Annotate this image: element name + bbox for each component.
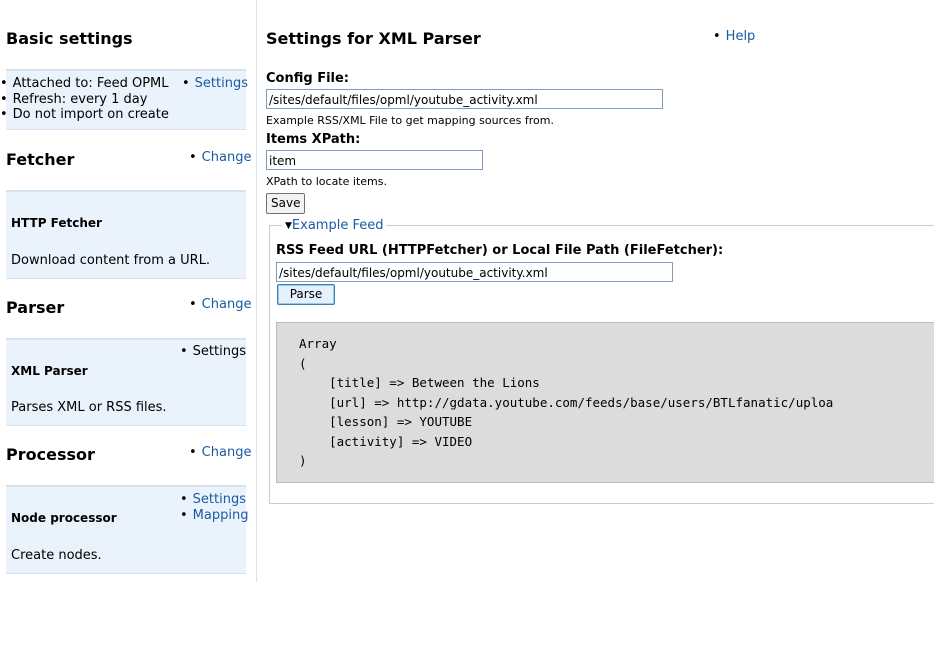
processor-settings-item: Settings	[180, 492, 246, 507]
import-text: Do not import on create	[0, 107, 169, 122]
fetcher-title: Fetcher	[6, 150, 75, 169]
help-item: Help	[713, 29, 756, 44]
parse-output: Array ( [title] => Between the Lions [ur…	[276, 322, 934, 483]
example-feed-legend[interactable]: ▼Example Feed	[282, 218, 387, 233]
output-line: [lesson] => YOUTUBE	[299, 414, 473, 429]
save-button[interactable]: Save	[266, 193, 306, 214]
parser-name: XML Parser	[11, 364, 88, 378]
config-file-input[interactable]: /sites/default/files/opml/youtube_activi…	[266, 89, 663, 109]
fetcher-name: HTTP Fetcher	[11, 216, 102, 230]
output-line: [activity] => VIDEO	[299, 434, 473, 449]
processor-change-link[interactable]: Change	[202, 445, 252, 460]
sidebar: Basic settings Attached to: Feed OPML Se…	[0, 0, 257, 582]
processor-description: Create nodes.	[11, 548, 102, 563]
attached-to-text: Attached to: Feed OPML	[0, 76, 169, 91]
fetcher-description: Download content from a URL.	[11, 253, 211, 268]
parser-description: Parses XML or RSS files.	[11, 400, 167, 415]
parser-change-link[interactable]: Change	[202, 297, 252, 312]
items-xpath-label: Items XPath:	[266, 132, 361, 147]
fetcher-change-item: Change	[189, 150, 252, 165]
basic-settings-title: Basic settings	[6, 29, 133, 48]
processor-title: Processor	[6, 445, 95, 464]
output-line: Array	[299, 336, 337, 351]
help-link[interactable]: Help	[726, 29, 756, 44]
collapse-triangle-icon: ▼	[285, 221, 292, 231]
items-xpath-description: XPath to locate items.	[266, 175, 387, 188]
parser-change-item: Change	[189, 297, 252, 312]
output-line: [title] => Between the Lions	[299, 375, 540, 390]
fetcher-change-link[interactable]: Change	[202, 150, 252, 165]
processor-mapping-link[interactable]: Mapping	[193, 508, 249, 523]
parse-button[interactable]: Parse	[277, 284, 335, 305]
page-title: Settings for XML Parser	[266, 29, 481, 48]
output-line: (	[299, 356, 307, 371]
output-line: )	[299, 453, 307, 468]
refresh-text: Refresh: every 1 day	[0, 92, 148, 107]
config-file-description: Example RSS/XML File to get mapping sour…	[266, 114, 554, 127]
basic-settings-link[interactable]: Settings	[195, 76, 248, 91]
items-xpath-input[interactable]: item	[266, 150, 483, 170]
config-file-label: Config File:	[266, 71, 350, 86]
processor-name: Node processor	[11, 511, 117, 525]
parser-title: Parser	[6, 298, 65, 317]
feed-url-label: RSS Feed URL (HTTPFetcher) or Local File…	[276, 243, 724, 258]
processor-settings-link[interactable]: Settings	[193, 492, 246, 507]
basic-settings-link-item: Settings	[182, 76, 248, 91]
processor-change-item: Change	[189, 445, 252, 460]
output-line: [url] => http://gdata.youtube.com/feeds/…	[299, 395, 834, 410]
processor-mapping-item: Mapping	[180, 508, 249, 523]
parser-settings-label: Settings	[192, 344, 246, 359]
parser-settings-item: Settings	[180, 344, 246, 359]
feed-url-input[interactable]: /sites/default/files/opml/youtube_activi…	[276, 262, 673, 282]
